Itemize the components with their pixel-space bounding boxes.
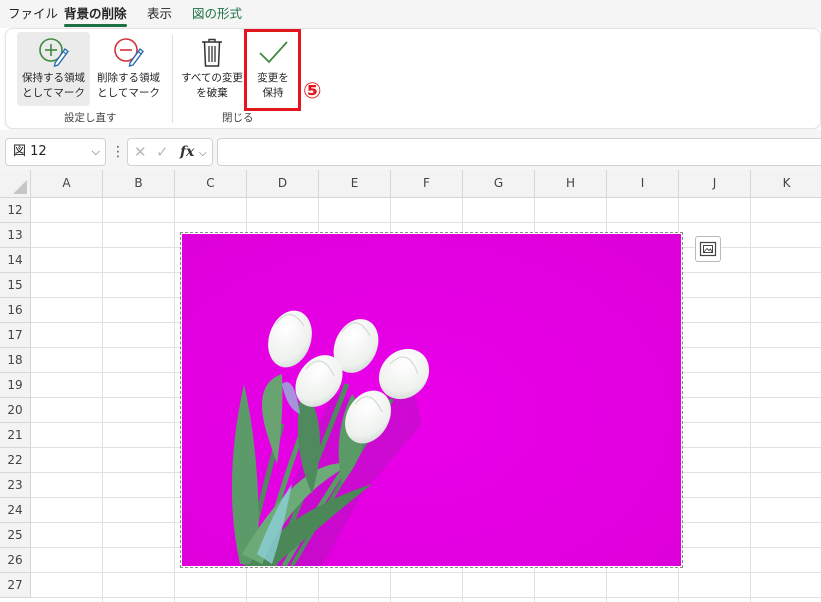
mark-areas-to-remove-label: 削除する領域 としてマーク [97,72,160,99]
discard-all-changes-button[interactable]: すべての変更 を破棄 [178,32,246,106]
row-header-21[interactable]: 21 [0,423,31,448]
layout-options-icon [699,241,717,257]
row-header-13[interactable]: 13 [0,223,31,248]
ribbon-group-separator [172,35,173,123]
row-header-12[interactable]: 12 [0,198,31,223]
row-gridline [31,222,821,223]
ribbon-tab-bar: ファイル 背景の削除 表示 図の形式 [0,0,821,28]
row-header-25[interactable]: 25 [0,523,31,548]
step-number-annotation: ⑤ [303,79,322,104]
selected-picture[interactable] [180,232,683,568]
column-gridline [174,198,175,602]
column-header-d[interactable]: D [247,170,319,198]
column-header-k[interactable]: K [751,170,821,198]
column-header-a[interactable]: A [31,170,103,198]
mark-areas-to-keep-button[interactable]: 保持する領域 としてマーク [17,32,90,106]
discard-all-changes-label: すべての変更 を破棄 [181,72,243,99]
row-header-19[interactable]: 19 [0,373,31,398]
column-header-b[interactable]: B [103,170,175,198]
pencil-plus-icon [38,38,69,67]
column-header-f[interactable]: F [391,170,463,198]
worksheet-grid[interactable]: A B C D E F G H I J K 12 13 14 15 16 17 18 19 20 21 22 23 24 25 2… [0,170,821,602]
row-header-27[interactable]: 27 [0,573,31,598]
insert-function-icon[interactable]: fx [180,143,194,161]
refine-group-label: 設定し直す [64,112,117,124]
column-header-i[interactable]: I [607,170,679,198]
row-header-22[interactable]: 22 [0,448,31,473]
chevron-down-icon[interactable]: ⌵ [199,145,207,163]
keep-changes-highlight-box [244,29,301,111]
row-gridline [31,572,821,573]
trash-icon [202,38,222,67]
enter-check-icon[interactable]: ✓ [156,143,169,161]
column-header-h[interactable]: H [535,170,607,198]
name-box[interactable]: 図 12 ⌵ [5,138,106,166]
tab-view[interactable]: 表示 [147,6,172,22]
select-all-corner[interactable] [0,170,31,198]
mark-areas-to-remove-button[interactable]: 削除する領域 としてマーク [92,32,165,106]
column-gridline [750,198,751,602]
row-header-23[interactable]: 23 [0,473,31,498]
row-header-20[interactable]: 20 [0,398,31,423]
tab-remove-background[interactable]: 背景の削除 [64,6,127,27]
cancel-icon[interactable]: ✕ [134,143,147,161]
row-header-17[interactable]: 17 [0,323,31,348]
tab-picture-format[interactable]: 図の形式 [192,6,242,22]
tab-file[interactable]: ファイル [8,6,58,22]
row-header-18[interactable]: 18 [0,348,31,373]
row-header-15[interactable]: 15 [0,273,31,298]
tulip-image [182,234,681,566]
mark-areas-to-keep-label: 保持する領域 としてマーク [22,72,85,99]
column-header-j[interactable]: J [679,170,751,198]
row-header-26[interactable]: 26 [0,548,31,573]
ribbon: 保持する領域 としてマーク 削除する領域 としてマーク 設定し直す すべての変更… [5,28,821,129]
formula-actions: ✕ ✓ fx ⌵ [127,138,213,166]
more-options-icon[interactable]: ⋮ [111,142,125,162]
row-header-24[interactable]: 24 [0,498,31,523]
formula-bar-area: 図 12 ⌵ ⋮ ✕ ✓ fx ⌵ [0,130,821,170]
chevron-down-icon[interactable]: ⌵ [92,139,100,165]
layout-options-button[interactable] [695,236,721,262]
row-header-16[interactable]: 16 [0,298,31,323]
pencil-minus-icon [113,38,144,67]
row-header-14[interactable]: 14 [0,248,31,273]
close-group-label: 閉じる [222,112,254,124]
column-header-e[interactable]: E [319,170,391,198]
name-box-value: 図 12 [13,144,47,159]
row-gridline [31,597,821,598]
formula-input[interactable] [217,138,821,166]
column-header-g[interactable]: G [463,170,535,198]
column-header-c[interactable]: C [175,170,247,198]
column-gridline [102,198,103,602]
